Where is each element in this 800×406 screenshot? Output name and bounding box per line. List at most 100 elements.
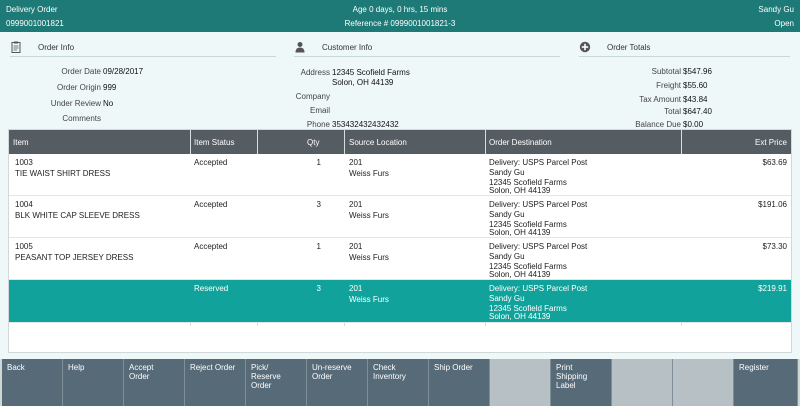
column-header-item[interactable]: Item xyxy=(13,138,29,147)
ext-price: $219.91 xyxy=(758,284,787,293)
phone-label: Phone xyxy=(306,120,330,129)
customer-info-divider xyxy=(294,56,560,57)
freight-value: $55.60 xyxy=(683,81,708,90)
check-inventory-button[interactable]: Check Inventory xyxy=(368,359,429,406)
comments-label: Comments xyxy=(62,114,101,123)
company-label: Company xyxy=(295,92,330,101)
column-header-ext-price[interactable]: Ext Price xyxy=(709,138,787,147)
order-origin-value: 999 xyxy=(103,83,117,92)
item-description: PEASANT TOP JERSEY DRESS xyxy=(15,253,134,262)
destination-name: Sandy Gu xyxy=(489,210,525,219)
accept-order-button[interactable]: Accept Order xyxy=(124,359,185,406)
order-info-title: Order Info xyxy=(38,43,75,52)
freight-label: Freight xyxy=(656,81,681,90)
total-value: $647.40 xyxy=(683,107,712,116)
source-location-name: Weiss Furs xyxy=(349,295,389,304)
destination-method: Delivery: USPS Parcel Post xyxy=(489,242,588,251)
source-location-code: 201 xyxy=(349,242,363,251)
order-date-label: Order Date xyxy=(61,67,101,76)
order-summary: Order Info Order Date 09/28/2017 Order O… xyxy=(0,36,800,129)
source-location-code: 201 xyxy=(349,200,363,209)
item-description: TIE WAIST SHIRT DRESS xyxy=(15,169,111,178)
empty-button xyxy=(612,359,673,406)
source-location-name: Weiss Furs xyxy=(349,253,389,262)
user-name: Sandy Gu xyxy=(758,5,794,14)
destination-city: Solon, OH 44139 xyxy=(489,228,551,237)
destination-method: Delivery: USPS Parcel Post xyxy=(489,158,588,167)
address-line1: 12345 Scofield Farms xyxy=(332,68,410,77)
reject-order-button[interactable]: Reject Order xyxy=(185,359,246,406)
subtotal-value: $547.96 xyxy=(683,67,712,76)
destination-city: Solon, OH 44139 xyxy=(489,186,551,195)
column-header-order-destination[interactable]: Order Destination xyxy=(489,138,552,147)
item-status: Reserved xyxy=(194,284,229,293)
empty-button xyxy=(673,359,734,406)
unreserve-order-button[interactable]: Un-reserve Order xyxy=(307,359,368,406)
tax-amount-value: $43.84 xyxy=(683,95,708,104)
balance-due-value: $0.00 xyxy=(683,120,704,129)
order-age: Age 0 days, 0 hrs, 15 mins xyxy=(352,5,448,14)
order-info-divider xyxy=(10,56,276,57)
pick-reserve-order-button[interactable]: Pick/ Reserve Order xyxy=(246,359,307,406)
print-shipping-label-button[interactable]: Print Shipping Label xyxy=(551,359,612,406)
source-location-code: 201 xyxy=(349,284,363,293)
address-label: Address xyxy=(300,68,330,77)
phone-value: 353432432432432 xyxy=(332,120,399,129)
order-origin-label: Order Origin xyxy=(56,83,101,92)
column-header-source-location[interactable]: Source Location xyxy=(349,138,407,147)
order-status: Open xyxy=(774,19,794,28)
destination-method: Delivery: USPS Parcel Post xyxy=(489,200,588,209)
item-qty: 3 xyxy=(316,284,321,293)
person-icon xyxy=(295,42,305,53)
item-number: 1003 xyxy=(15,158,33,167)
item-status: Accepted xyxy=(194,242,228,251)
table-header: Item Item Status Qty Source Location Ord… xyxy=(9,130,791,154)
destination-name: Sandy Gu xyxy=(489,168,525,177)
item-status: Accepted xyxy=(194,200,228,209)
customer-info-panel: Customer Info Address 12345 Scofield Far… xyxy=(294,36,562,129)
order-number: 0999001001821 xyxy=(6,19,64,28)
ext-price: $63.69 xyxy=(762,158,787,167)
table-row[interactable]: 1005 PEASANT TOP JERSEY DRESS Accepted 1… xyxy=(9,238,791,280)
column-header-item-status[interactable]: Item Status xyxy=(194,138,234,147)
tax-amount-label: Tax Amount xyxy=(639,95,681,104)
action-button-bar: Back Help Accept Order Reject Order Pick… xyxy=(0,359,800,406)
email-label: Email xyxy=(309,106,330,115)
item-qty: 1 xyxy=(316,242,321,251)
source-location-code: 201 xyxy=(349,158,363,167)
destination-city: Solon, OH 44139 xyxy=(489,312,551,321)
source-location-name: Weiss Furs xyxy=(349,169,389,178)
ext-price: $73.30 xyxy=(762,242,787,251)
clipboard-icon xyxy=(11,41,21,53)
destination-method: Delivery: USPS Parcel Post xyxy=(489,284,588,293)
order-totals-title: Order Totals xyxy=(607,43,651,52)
ext-price: $191.06 xyxy=(758,200,787,209)
order-info-panel: Order Info Order Date 09/28/2017 Order O… xyxy=(10,36,278,128)
under-review-label: Under Review xyxy=(50,99,101,108)
back-button[interactable]: Back xyxy=(2,359,63,406)
total-label: Total xyxy=(664,107,681,116)
ship-order-button[interactable]: Ship Order xyxy=(429,359,490,406)
plus-circle-icon xyxy=(579,41,591,53)
order-reference: Reference # 0999001001821-3 xyxy=(344,19,456,28)
table-row[interactable]: 1003 TIE WAIST SHIRT DRESS Accepted 1 20… xyxy=(9,154,791,196)
customer-info-title: Customer Info xyxy=(322,43,373,52)
order-items-table: Item Item Status Qty Source Location Ord… xyxy=(8,129,792,353)
order-totals-divider xyxy=(579,56,790,57)
table-row-selected[interactable]: Reserved 3 201 Weiss Furs Delivery: USPS… xyxy=(9,280,791,323)
under-review-value: No xyxy=(103,99,114,108)
window-title: Delivery Order xyxy=(6,5,58,14)
item-description: BLK WHITE CAP SLEEVE DRESS xyxy=(15,211,140,220)
destination-city: Solon, OH 44139 xyxy=(489,270,551,279)
order-date-value: 09/28/2017 xyxy=(103,67,144,76)
item-number: 1005 xyxy=(15,242,33,251)
register-button[interactable]: Register xyxy=(734,359,798,406)
item-qty: 3 xyxy=(316,200,321,209)
table-row[interactable]: 1004 BLK WHITE CAP SLEEVE DRESS Accepted… xyxy=(9,196,791,238)
help-button[interactable]: Help xyxy=(63,359,124,406)
destination-name: Sandy Gu xyxy=(489,252,525,261)
item-qty: 1 xyxy=(316,158,321,167)
title-bar: Delivery Order 0999001001821 Age 0 days,… xyxy=(0,0,800,32)
column-header-qty[interactable]: Qty xyxy=(307,138,319,147)
destination-name: Sandy Gu xyxy=(489,294,525,303)
